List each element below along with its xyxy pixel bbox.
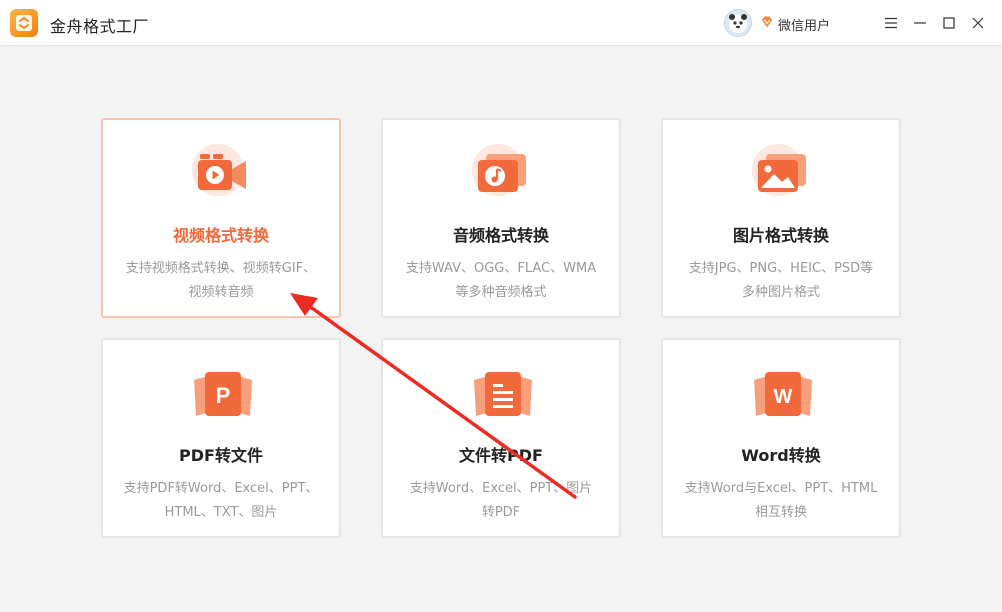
card-description-line: 支持JPG、PNG、HEIC、PSD等 <box>688 261 874 276</box>
menu-button[interactable] <box>880 12 902 34</box>
card-description: 支持视频格式转换、视频转GIF、 视频转音频 <box>113 257 329 305</box>
card-description-line: 转PDF <box>481 505 521 520</box>
card-description: 支持PDF转Word、Excel、PPT、 HTML、TXT、图片 <box>113 477 329 525</box>
svg-text:W: W <box>774 386 793 408</box>
card-description-line: 支持PDF转Word、Excel、PPT、 <box>123 481 319 496</box>
card-description-line: 支持WAV、OGG、FLAC、WMA <box>405 261 597 276</box>
maximize-button[interactable] <box>938 12 960 34</box>
card-title: 图片格式转换 <box>732 226 829 245</box>
card-title: PDF转文件 <box>179 446 263 465</box>
card-description: 支持JPG、PNG、HEIC、PSD等 多种图片格式 <box>673 257 889 305</box>
card-description-line: 视频转音频 <box>188 285 254 300</box>
card-pdf-to-file[interactable]: P PDF转文件 支持PDF转Word、Excel、PPT、 HTML、TXT、… <box>101 338 341 538</box>
video-play-icon <box>192 144 246 196</box>
card-image-convert[interactable]: 图片格式转换 支持JPG、PNG、HEIC、PSD等 多种图片格式 <box>661 118 901 318</box>
app-logo-icon <box>10 9 38 37</box>
close-button[interactable] <box>967 12 989 34</box>
minimize-icon <box>914 22 926 24</box>
image-icon <box>752 144 806 196</box>
user-avatar[interactable] <box>724 9 752 37</box>
card-description: 支持Word与Excel、PPT、HTML 相互转换 <box>673 477 889 525</box>
card-audio-convert[interactable]: 音频格式转换 支持WAV、OGG、FLAC、WMA 等多种音频格式 <box>381 118 621 318</box>
card-title: 视频格式转换 <box>172 226 269 245</box>
close-icon <box>972 17 984 29</box>
card-title: 音频格式转换 <box>452 226 549 245</box>
card-description: 支持Word、Excel、PPT、图片 转PDF <box>393 477 609 525</box>
word-w-icon: W <box>754 372 812 416</box>
card-title: 文件转PDF <box>459 446 543 465</box>
card-description-line: 等多种音频格式 <box>455 285 547 300</box>
card-title: Word转换 <box>741 446 821 465</box>
username[interactable]: 微信用户 <box>778 15 830 34</box>
card-video-convert[interactable]: 视频格式转换 支持视频格式转换、视频转GIF、 视频转音频 <box>101 118 341 318</box>
svg-text:P: P <box>216 383 231 408</box>
app-title: 金舟格式工厂 <box>50 17 150 36</box>
card-description-line: 支持视频格式转换、视频转GIF、 <box>125 261 317 276</box>
maximize-icon <box>943 17 955 29</box>
hamburger-menu-icon <box>885 17 897 29</box>
card-description-line: 多种图片格式 <box>741 285 820 300</box>
card-description-line: 支持Word、Excel、PPT、图片 <box>409 481 593 496</box>
card-description-line: 支持Word与Excel、PPT、HTML <box>684 481 878 496</box>
card-description-line: HTML、TXT、图片 <box>164 505 278 520</box>
pdf-p-icon: P <box>194 372 252 416</box>
card-description: 支持WAV、OGG、FLAC、WMA 等多种音频格式 <box>393 257 609 305</box>
card-file-to-pdf[interactable]: 文件转PDF 支持Word、Excel、PPT、图片 转PDF <box>381 338 621 538</box>
music-note-icon <box>472 144 526 196</box>
card-word-convert[interactable]: W Word转换 支持Word与Excel、PPT、HTML 相互转换 <box>661 338 901 538</box>
title-bar: 金舟格式工厂 微信用户 <box>0 0 1002 46</box>
minimize-button[interactable] <box>909 12 931 34</box>
document-lines-icon <box>474 372 532 416</box>
card-description-line: 相互转换 <box>754 505 807 520</box>
vip-diamond-icon <box>762 16 772 28</box>
